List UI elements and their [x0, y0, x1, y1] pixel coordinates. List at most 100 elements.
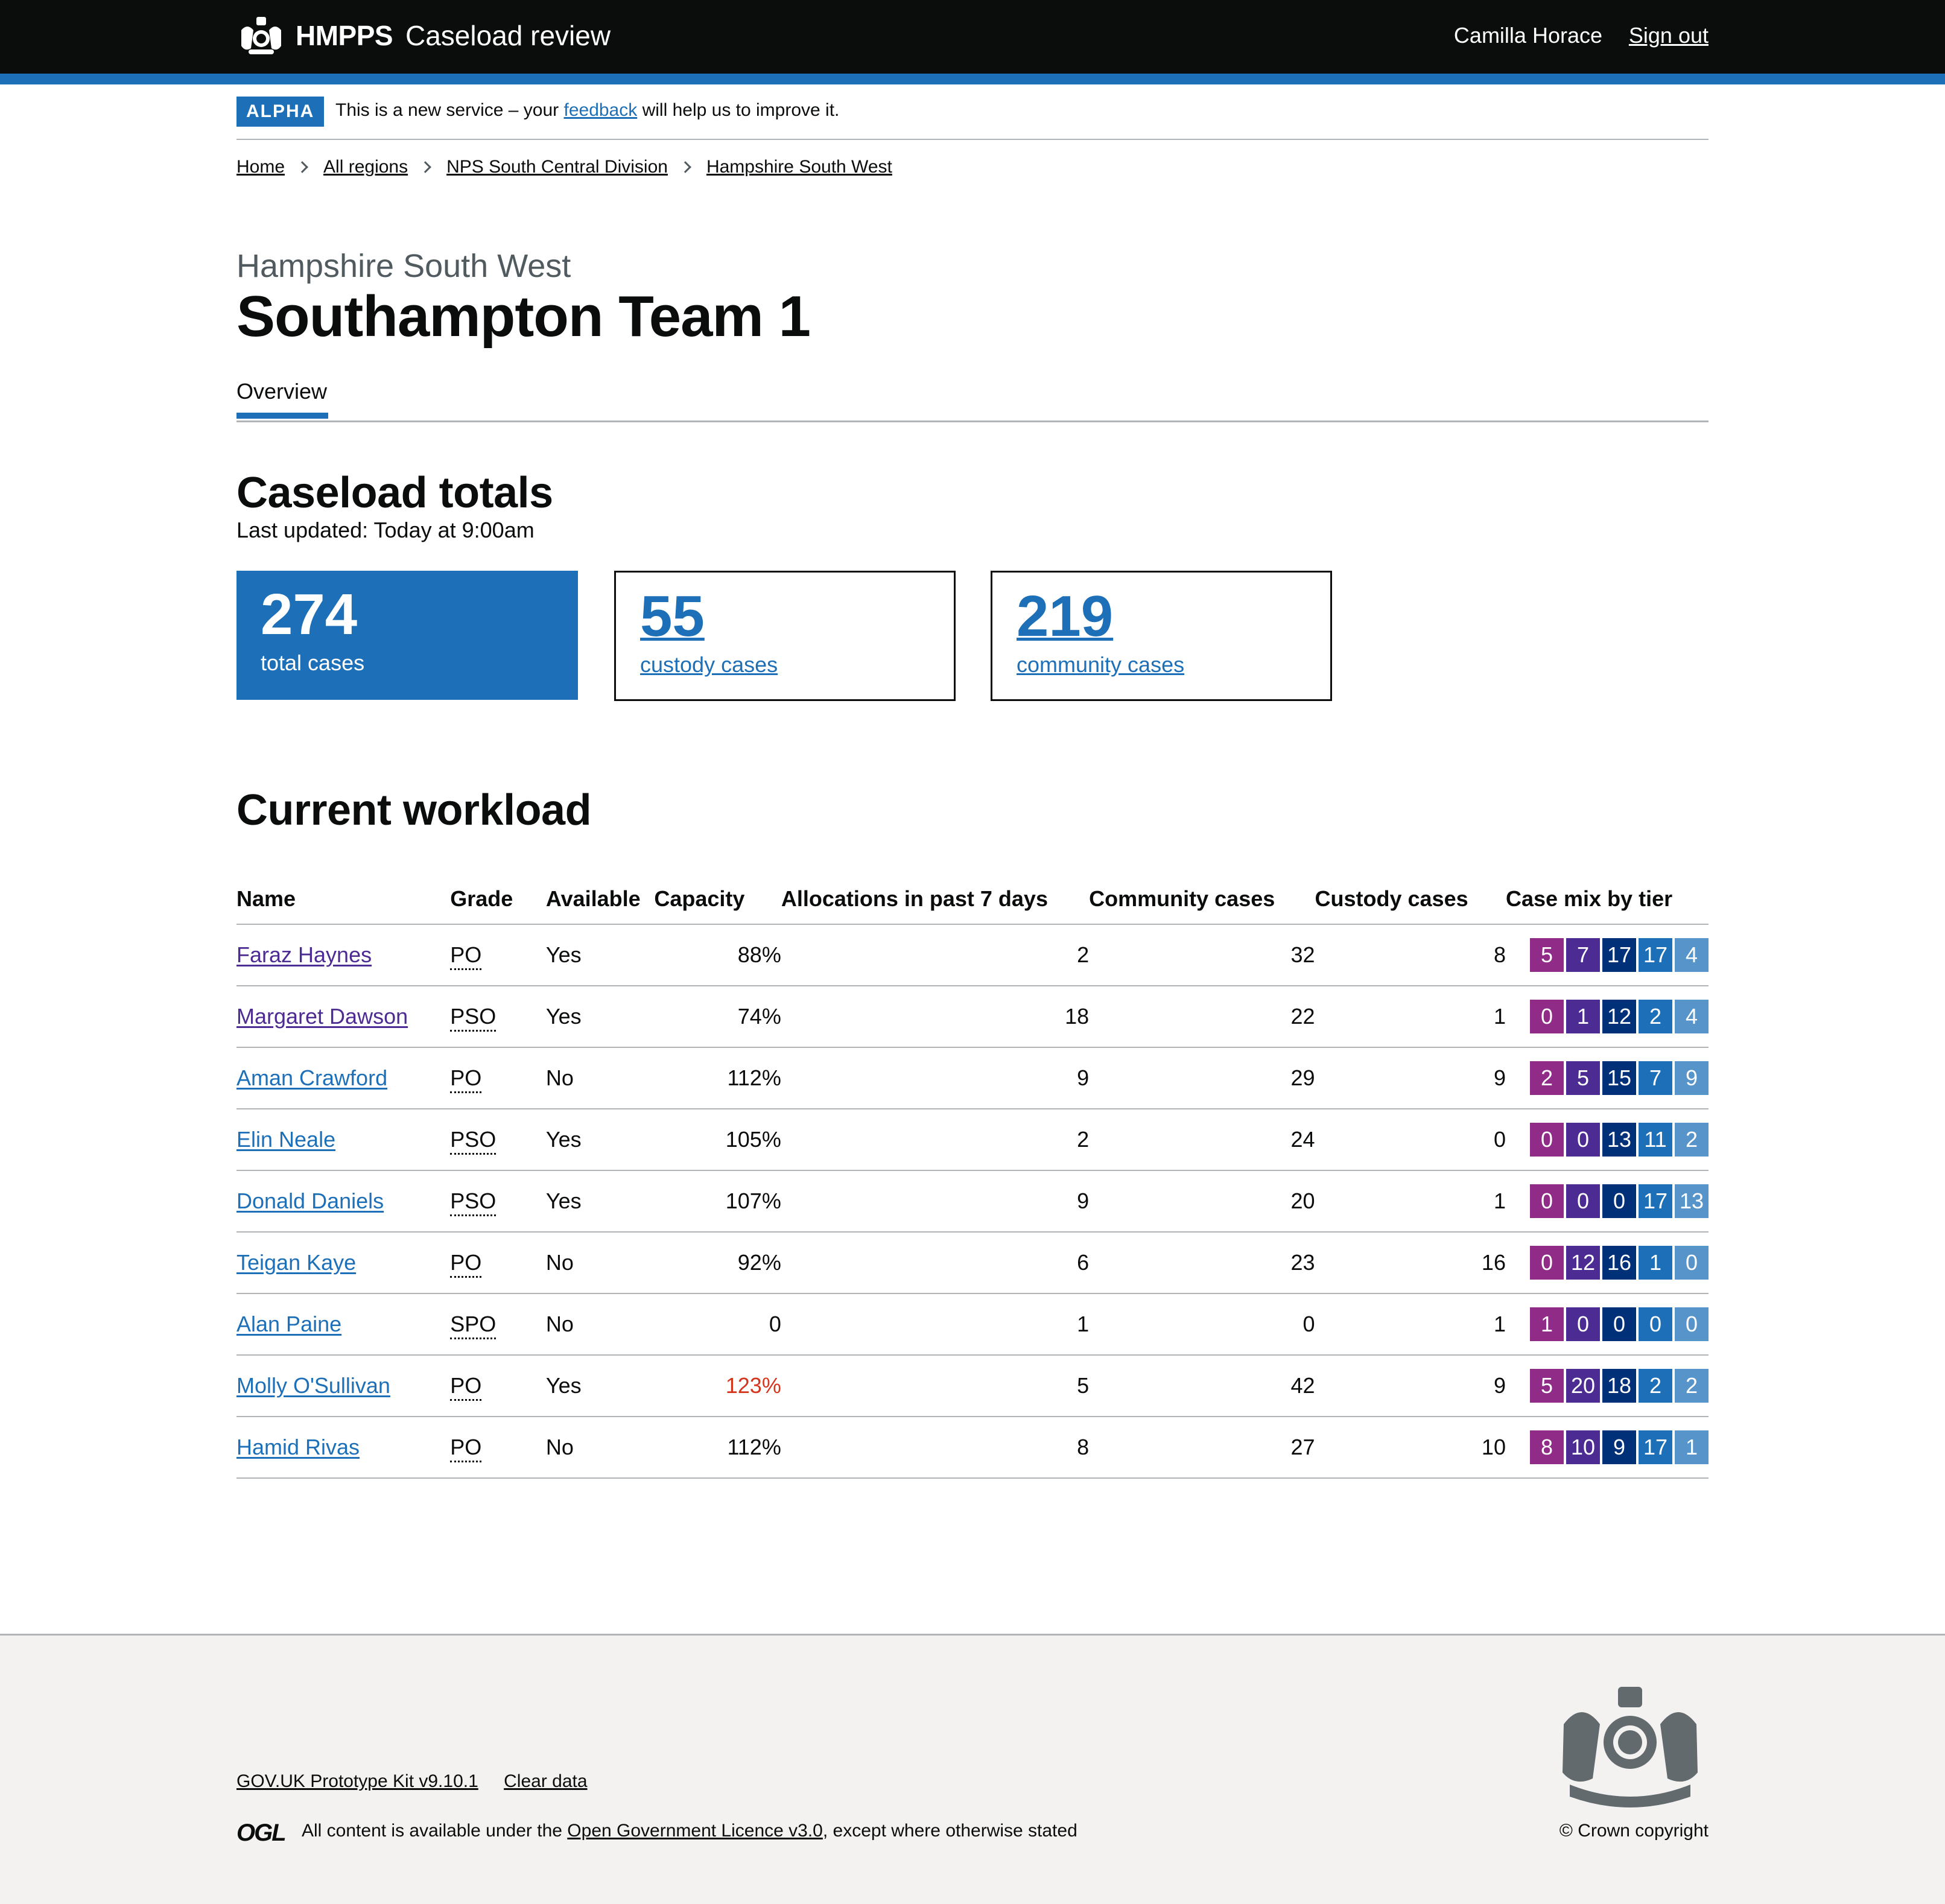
grade-abbr[interactable]: PO: [450, 1065, 482, 1093]
tier-2-count: 12: [1566, 1246, 1600, 1280]
sign-out-link[interactable]: Sign out: [1629, 23, 1709, 48]
available-cell: No: [545, 1232, 655, 1294]
grade-abbr[interactable]: SPO: [450, 1312, 497, 1339]
grade-cell: PO: [450, 1232, 546, 1294]
tier-1-count: 0: [1530, 1123, 1564, 1157]
tier-3-count: 18: [1602, 1369, 1636, 1403]
officer-name-link[interactable]: Aman Crawford: [236, 1065, 387, 1090]
allocations-cell: 5: [781, 1355, 1090, 1417]
table-row: Aman Crawford PO No 112% 9 29 9 2 5 15 7 9: [236, 1047, 1709, 1109]
breadcrumb-area[interactable]: Hampshire South West: [706, 157, 892, 177]
custody-cases-cell: 8: [1315, 924, 1506, 986]
case-mix-cell: 2 5 15 7 9: [1505, 1047, 1709, 1109]
case-mix-tiers: 0 0 13 11 2: [1530, 1123, 1709, 1157]
tier-5-count: 4: [1675, 938, 1709, 972]
case-mix-cell: 8 10 9 17 1: [1505, 1417, 1709, 1479]
officer-name-link[interactable]: Elin Neale: [236, 1127, 335, 1152]
grade-cell: PSO: [450, 986, 546, 1048]
ogl-logo-icon: OGL: [236, 1820, 287, 1846]
allocations-cell: 2: [781, 1109, 1090, 1171]
phase-banner: ALPHA This is a new service – your feedb…: [236, 97, 1709, 140]
tier-4-count: 2: [1639, 1000, 1672, 1033]
community-cases-link[interactable]: community cases: [1017, 652, 1184, 678]
grade-abbr[interactable]: PSO: [450, 1127, 497, 1155]
name-cell: Teigan Kaye: [236, 1232, 451, 1294]
grade-abbr[interactable]: PO: [450, 1435, 482, 1462]
case-mix-cell: 5 7 17 17 4: [1505, 924, 1709, 986]
table-row: Donald Daniels PSO Yes 107% 9 20 1 0 0 0 17…: [236, 1170, 1709, 1233]
royal-crest-icon: [241, 17, 281, 54]
page-title: Southampton Team 1: [236, 284, 811, 349]
column-header-allocations: Allocations in past 7 days: [781, 874, 1090, 925]
header-brand[interactable]: HMPPS: [296, 19, 393, 52]
tier-5-count: 9: [1675, 1061, 1709, 1095]
tier-2-count: 0: [1566, 1307, 1600, 1341]
column-header-community: Community cases: [1089, 874, 1315, 925]
tier-3-count: 16: [1602, 1246, 1636, 1280]
name-cell: Faraz Haynes: [236, 924, 451, 986]
name-cell: Elin Neale: [236, 1109, 451, 1171]
grade-cell: PO: [450, 924, 546, 986]
total-cases-card: 274 total cases: [236, 571, 578, 700]
header-stripe: [0, 74, 1945, 84]
officer-name-link[interactable]: Teigan Kaye: [236, 1250, 356, 1275]
grade-cell: PSO: [450, 1170, 546, 1233]
community-cases-cell: 22: [1089, 986, 1315, 1048]
tier-4-count: 1: [1639, 1246, 1672, 1280]
prototype-kit-link[interactable]: GOV.UK Prototype Kit v9.10.1: [236, 1771, 478, 1791]
officer-name-link[interactable]: Alan Paine: [236, 1312, 341, 1336]
allocations-cell: 9: [781, 1047, 1090, 1109]
case-mix-cell: 0 0 13 11 2: [1505, 1109, 1709, 1171]
grade-abbr[interactable]: PSO: [450, 1188, 497, 1216]
capacity-cell: 123%: [654, 1355, 781, 1417]
caseload-totals-heading: Caseload totals: [236, 469, 553, 517]
licence-before: All content is available under the: [302, 1821, 562, 1841]
tier-1-count: 8: [1530, 1430, 1564, 1464]
officer-name-link[interactable]: Molly O'Sullivan: [236, 1373, 390, 1398]
community-cases-cell: 27: [1089, 1417, 1315, 1479]
breadcrumb-division[interactable]: NPS South Central Division: [446, 157, 668, 177]
breadcrumb-home[interactable]: Home: [236, 157, 285, 177]
phase-text-before: This is a new service – your: [335, 100, 559, 120]
officer-name-link[interactable]: Margaret Dawson: [236, 1004, 408, 1029]
table-row: Faraz Haynes PO Yes 88% 2 32 8 5 7 17 17 4: [236, 924, 1709, 986]
available-cell: No: [545, 1047, 655, 1109]
grade-abbr[interactable]: PO: [450, 1373, 482, 1401]
grade-abbr[interactable]: PSO: [450, 1004, 497, 1032]
licence-link[interactable]: Open Government Licence v3.0: [567, 1821, 823, 1841]
officer-name-link[interactable]: Donald Daniels: [236, 1188, 384, 1213]
officer-name-link[interactable]: Hamid Rivas: [236, 1435, 360, 1459]
current-workload-heading: Current workload: [236, 786, 592, 834]
custody-cases-card[interactable]: 55 custody cases: [614, 571, 956, 701]
tier-5-count: 0: [1675, 1307, 1709, 1341]
case-mix-tiers: 0 1 12 2 4: [1530, 1000, 1709, 1033]
community-cases-card[interactable]: 219 community cases: [991, 571, 1332, 701]
tier-3-count: 9: [1602, 1430, 1636, 1464]
name-cell: Hamid Rivas: [236, 1417, 451, 1479]
tier-4-count: 17: [1639, 938, 1672, 972]
tier-4-count: 17: [1639, 1430, 1672, 1464]
custody-cases-link[interactable]: custody cases: [640, 652, 778, 678]
custody-cases-value[interactable]: 55: [640, 585, 705, 649]
case-mix-cell: 0 1 12 2 4: [1505, 986, 1709, 1048]
allocations-cell: 1: [781, 1293, 1090, 1356]
breadcrumb-all-regions[interactable]: All regions: [323, 157, 408, 177]
tier-5-count: 2: [1675, 1123, 1709, 1157]
grade-abbr[interactable]: PO: [450, 942, 482, 970]
custody-cases-cell: 10: [1315, 1417, 1506, 1479]
crown-copyright[interactable]: © Crown copyright: [1559, 1821, 1709, 1841]
community-cases-value[interactable]: 219: [1017, 585, 1113, 649]
tier-2-count: 10: [1566, 1430, 1600, 1464]
grade-cell: PO: [450, 1355, 546, 1417]
officer-name-link[interactable]: Faraz Haynes: [236, 942, 372, 967]
service-name[interactable]: Caseload review: [405, 19, 611, 52]
tier-4-count: 0: [1639, 1307, 1672, 1341]
header: HMPPS Caseload review Camilla Horace Sig…: [0, 0, 1945, 74]
total-cases-value: 274: [261, 582, 358, 647]
clear-data-link[interactable]: Clear data: [504, 1771, 587, 1791]
feedback-link[interactable]: feedback: [563, 100, 637, 120]
grade-abbr[interactable]: PO: [450, 1250, 482, 1278]
tier-1-count: 1: [1530, 1307, 1564, 1341]
tab-overview[interactable]: Overview: [236, 379, 327, 416]
grade-cell: PO: [450, 1047, 546, 1109]
